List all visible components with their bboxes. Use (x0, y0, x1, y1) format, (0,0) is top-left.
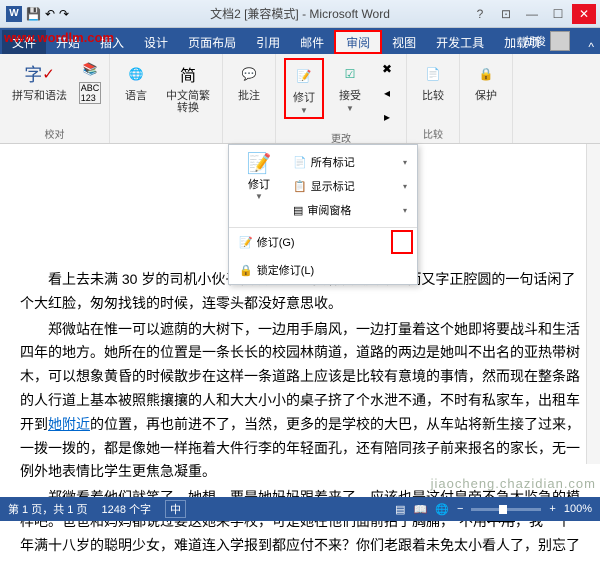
track-icon: 📝 (239, 236, 253, 249)
chevron-down-icon: ▼ (346, 104, 354, 113)
tracking-group-label: 更改 (331, 130, 351, 145)
tab-layout[interactable]: 页面布局 (178, 30, 246, 54)
ribbon-group-proofing: 字✓ 拼写和语法 📚 ABC123 校对 (0, 54, 110, 143)
help-button[interactable]: ? (468, 4, 492, 24)
tab-design[interactable]: 设计 (134, 30, 178, 54)
new-comment-button[interactable]: 💬 批注 (231, 58, 267, 104)
chevron-down-icon: ▼ (300, 106, 308, 115)
zoom-in-button[interactable]: + (549, 503, 555, 515)
convert-icon: 简 (174, 60, 202, 88)
reject-button[interactable]: ✖ (376, 58, 398, 80)
dd-reviewing-pane[interactable]: ▤审阅窗格▾ (289, 199, 411, 221)
statusbar: 第 1 页，共 1 页 1248 个字 中 ▤ 📖 🌐 − + 100% (0, 497, 600, 521)
accept-button[interactable]: ☑ 接受 ▼ (332, 58, 368, 115)
convert-button[interactable]: 简 中文简繁 转换 (162, 58, 214, 116)
ribbon-group-language: 🌐 语言 简 中文简繁 转换 (110, 54, 223, 143)
avatar (550, 31, 570, 51)
zoom-level[interactable]: 100% (564, 503, 592, 515)
chevron-down-icon: ▼ (255, 192, 263, 201)
status-page[interactable]: 第 1 页，共 1 页 (8, 501, 87, 517)
proofing-group-label: 校对 (45, 126, 65, 141)
dd-track-changes-item[interactable]: 📝修订(G) (229, 228, 417, 256)
minimize-button[interactable]: — (520, 4, 544, 24)
view-web-icon[interactable]: 🌐 (435, 503, 449, 516)
comment-label: 批注 (238, 90, 260, 102)
window-title: 文档2 [兼容模式] - Microsoft Word (210, 5, 390, 22)
dd-show-markup[interactable]: 📋显示标记▾ (289, 175, 411, 197)
zoom-thumb[interactable] (499, 505, 507, 514)
track-changes-split-button[interactable]: 📝 修订 ▼ (235, 151, 283, 221)
qat-undo-icon[interactable]: ↶ (45, 7, 55, 21)
research-button[interactable]: 📚 (79, 58, 101, 80)
chevron-down-icon: ▾ (403, 182, 407, 191)
track-changes-dropdown: 📝 修订 ▼ 📄所有标记▾ 📋显示标记▾ ▤审阅窗格▾ 📝修订(G) 🔒锁定修订… (228, 144, 418, 285)
spelling-button[interactable]: 字✓ 拼写和语法 (8, 58, 71, 104)
doc-p2-link: 她附近 (48, 416, 90, 432)
thesaurus-button[interactable]: ABC123 (79, 82, 101, 104)
ribbon-options-button[interactable]: ⊡ (494, 4, 518, 24)
word-icon: W (6, 6, 22, 22)
ribbon: 字✓ 拼写和语法 📚 ABC123 校对 🌐 语言 简 中文简繁 转换 (0, 54, 600, 144)
spelling-icon: 字✓ (26, 60, 54, 88)
ribbon-group-tracking: 📝 修订 ▼ ☑ 接受 ▼ ✖ ◂ ▸ 更改 (276, 54, 407, 143)
pane-icon: ▤ (293, 204, 303, 217)
convert-label: 中文简繁 转换 (166, 90, 210, 114)
tab-view[interactable]: 视图 (382, 30, 426, 54)
maximize-button[interactable]: ☐ (546, 4, 570, 24)
qat-redo-icon[interactable]: ↷ (59, 7, 69, 21)
next-button[interactable]: ▸ (376, 106, 398, 128)
zoom-slider[interactable] (471, 508, 541, 511)
right-watermark: jiaocheng.chazidian.com (431, 476, 596, 491)
tab-review[interactable]: 审阅 (334, 30, 382, 54)
compare-group-label: 比较 (423, 126, 443, 141)
globe-icon: 🌐 (122, 60, 150, 88)
ribbon-group-comments: 💬 批注 (223, 54, 276, 143)
tab-mail[interactable]: 邮件 (290, 30, 334, 54)
track-label: 修订 (293, 92, 315, 104)
ribbon-group-compare: 📄 比较 比较 (407, 54, 460, 143)
status-words[interactable]: 1248 个字 (101, 501, 151, 517)
track-changes-button[interactable]: 📝 修订 ▼ (284, 58, 324, 119)
qat-save-icon[interactable]: 💾 (26, 7, 41, 21)
accept-label: 接受 (339, 90, 361, 102)
close-button[interactable]: ✕ (572, 4, 596, 24)
comment-icon: 💬 (235, 60, 263, 88)
dd-track-label: 修订 (248, 176, 270, 192)
collapse-ribbon-button[interactable]: ^ (588, 40, 594, 54)
language-label: 语言 (125, 90, 147, 102)
tab-references[interactable]: 引用 (246, 30, 290, 54)
tab-developer[interactable]: 开发工具 (426, 30, 494, 54)
view-read-icon[interactable]: 📖 (414, 503, 428, 516)
chevron-down-icon: ▾ (403, 158, 407, 167)
previous-button[interactable]: ◂ (376, 82, 398, 104)
compare-label: 比较 (422, 90, 444, 102)
document-body[interactable]: 看上去未满 30 岁的司机小伙子被眼前这个小姑娘天真可掬而又字正腔圆的一句话闲了… (0, 256, 600, 576)
compare-icon: 📄 (419, 60, 447, 88)
watermark-text: www.wordlm.com (4, 30, 114, 45)
user-account[interactable]: 胡俊 (524, 31, 570, 51)
lock-icon: 🔒 (472, 60, 500, 88)
view-print-icon[interactable]: ▤ (395, 503, 405, 516)
protect-label: 保护 (475, 90, 497, 102)
vertical-scrollbar[interactable] (586, 144, 600, 464)
spelling-label: 拼写和语法 (12, 90, 67, 102)
track-icon: 📝 (290, 62, 318, 90)
language-button[interactable]: 🌐 语言 (118, 58, 154, 104)
dd-all-markup[interactable]: 📄所有标记▾ (289, 151, 411, 173)
ribbon-group-protect: 🔒 保护 (460, 54, 513, 143)
doc-p2b: 的位置，再也前进不了，当然，更多的是学校的大巴，从车站将新生接了过来，一拨一拨的… (20, 416, 580, 480)
protect-button[interactable]: 🔒 保护 (468, 58, 504, 104)
user-name: 胡俊 (524, 33, 546, 49)
status-lang[interactable]: 中 (165, 500, 186, 518)
chevron-down-icon: ▾ (403, 206, 407, 215)
show-icon: 📋 (293, 180, 307, 193)
lock-icon: 🔒 (239, 264, 253, 277)
accept-icon: ☑ (336, 60, 364, 88)
titlebar: W 💾 ↶ ↷ 文档2 [兼容模式] - Microsoft Word ? ⊡ … (0, 0, 600, 28)
markup-icon: 📄 (293, 156, 307, 169)
track-icon: 📝 (247, 151, 272, 176)
zoom-out-button[interactable]: − (457, 503, 463, 515)
compare-button[interactable]: 📄 比较 (415, 58, 451, 104)
dd-lock-tracking[interactable]: 🔒锁定修订(L) (229, 256, 417, 284)
